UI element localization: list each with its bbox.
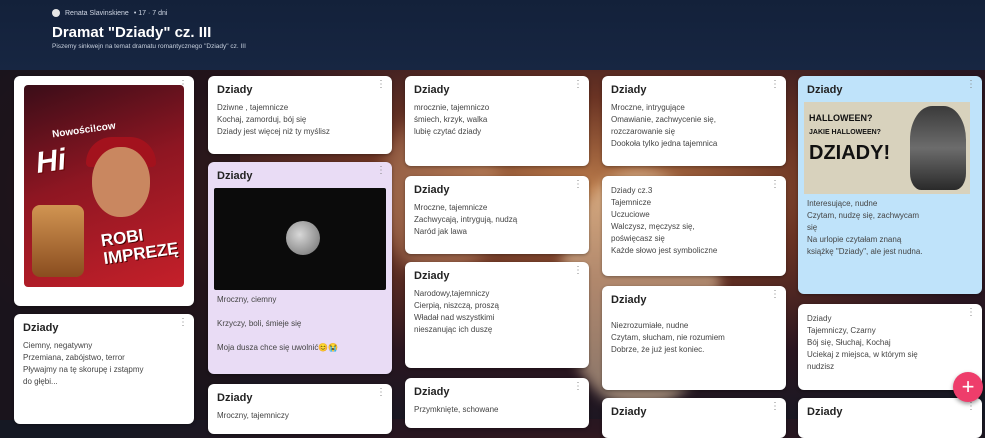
card-menu-icon[interactable]: ⋮ — [573, 266, 583, 276]
post-card[interactable]: ⋮ Dziady Przymknięte, schowane — [405, 378, 589, 428]
post-card[interactable]: ⋮ Dziady Mroczny, ciemny Krzyczy, boli, … — [208, 162, 392, 374]
card-menu-icon[interactable]: ⋮ — [966, 80, 976, 90]
advert-image: Nowości!cow Hi ROBI IMPREZĘ — [24, 85, 184, 287]
card-body: Narodowy,tajemniczy Cierpią, niszczą, pr… — [414, 289, 499, 334]
moon-icon — [286, 221, 320, 255]
card-body: Mroczny, tajemniczy — [217, 411, 289, 420]
image-card-advert[interactable]: ⋮ Nowości!cow Hi ROBI IMPREZĘ — [14, 76, 194, 306]
post-card[interactable]: ⋮ Dziady mrocznie, tajemniczo śmiech, kr… — [405, 76, 589, 166]
card-menu-icon[interactable]: ⋮ — [573, 80, 583, 90]
card-menu-icon[interactable]: ⋮ — [178, 318, 188, 328]
card-menu-icon[interactable]: ⋮ — [376, 80, 386, 90]
card-menu-icon[interactable]: ⋮ — [573, 180, 583, 190]
card-title: Dziady — [414, 184, 450, 196]
card-body: Mroczne, intrygujące Omawianie, zachwyce… — [611, 103, 718, 148]
card-body: Przymknięte, schowane — [414, 405, 499, 414]
card-title: Dziady — [217, 84, 253, 96]
board-subtitle: Piszemy sinkwejn na temat dramatu romant… — [52, 43, 246, 50]
card-title: Dziady — [414, 386, 450, 398]
moon-image — [214, 188, 386, 290]
card-menu-icon[interactable]: ⋮ — [770, 80, 780, 90]
post-card[interactable]: ⋮ Dziady — [798, 398, 982, 438]
card-title: Dziady — [611, 406, 647, 418]
meme-line1: HALLOWEEN? — [809, 113, 873, 123]
board-header: Renata Slavinskiene • 17 · 7 dni Dramat … — [0, 0, 985, 70]
portrait-image — [910, 106, 966, 190]
card-body: Interesujące, nudne Czytam, nudzę się, z… — [807, 199, 923, 256]
card-body: Niezrozumiałe, nudne Czytam, słucham, ni… — [611, 321, 725, 354]
card-menu-icon[interactable]: ⋮ — [770, 402, 780, 412]
card-menu-icon[interactable]: ⋮ — [770, 290, 780, 300]
card-title: Dziady — [217, 392, 253, 404]
card-title: Dziady — [611, 84, 647, 96]
card-title: Dziady — [807, 84, 843, 96]
meme-line3: DZIADY! — [809, 142, 891, 164]
author-name[interactable]: Renata Slavinskiene — [65, 10, 129, 17]
card-menu-icon[interactable]: ⋮ — [376, 388, 386, 398]
post-card[interactable]: ⋮ Dziady Mroczne, intrygujące Omawianie,… — [602, 76, 786, 166]
post-card[interactable]: ⋮ Dziady Mroczny, tajemniczy — [208, 384, 392, 434]
advert-product: Hi — [33, 143, 69, 180]
add-post-button[interactable]: + — [953, 372, 983, 402]
card-body: Dziwne , tajemnicze Kochaj, zamorduj, bó… — [217, 103, 330, 136]
post-card[interactable]: ⋮ Dziady cz.3 Tajemnicze Uczuciowe Walcz… — [602, 176, 786, 276]
post-card[interactable]: ⋮ Dziady Narodowy,tajemniczy Cierpią, ni… — [405, 262, 589, 368]
card-title: Dziady — [23, 322, 59, 334]
card-menu-icon[interactable]: ⋮ — [770, 180, 780, 190]
card-menu-icon[interactable]: ⋮ — [966, 402, 976, 412]
post-card[interactable]: ⋮ Dziady Dziwne , tajemnicze Kochaj, zam… — [208, 76, 392, 154]
biscuit-pack-shape — [32, 205, 84, 277]
post-card[interactable]: ⋮ Dziady Niezrozumiałe, nudne Czytam, sł… — [602, 286, 786, 390]
card-title: Dziady — [217, 170, 253, 182]
post-card[interactable]: ⋮ Dziady Ciemny, negatywny Przemiana, za… — [14, 314, 194, 424]
board-title: Dramat "Dziady" cz. III — [52, 24, 212, 41]
post-card[interactable]: ⋮ Dziady Tajemniczy, Czarny Bój się, Słu… — [798, 304, 982, 390]
post-card[interactable]: ⋮ Dziady Mroczne, tajemnicze Zachwycają,… — [405, 176, 589, 254]
card-body: mrocznie, tajemniczo śmiech, krzyk, walk… — [414, 103, 490, 136]
card-body: Dziady cz.3 Tajemnicze Uczuciowe Walczys… — [611, 186, 718, 255]
card-body: Mroczny, ciemny Krzyczy, boli, śmieje si… — [217, 295, 339, 352]
meme-line2: JAKIE HALLOWEEN? — [809, 129, 881, 136]
card-title: Dziady — [414, 270, 450, 282]
card-body: Dziady Tajemniczy, Czarny Bój się, Słuch… — [807, 314, 918, 371]
card-title: Dziady — [611, 294, 647, 306]
avatar[interactable] — [52, 9, 60, 17]
advert-slogan: ROBI IMPREZĘ — [100, 222, 180, 269]
post-card[interactable]: ⋮ Dziady HALLOWEEN? JAKIE HALLOWEEN? DZI… — [798, 76, 982, 294]
card-menu-icon[interactable]: ⋮ — [376, 166, 386, 176]
face-shape — [92, 147, 150, 217]
card-body: Ciemny, negatywny Przemiana, zabójstwo, … — [23, 341, 144, 386]
card-title: Dziady — [807, 406, 843, 418]
post-meta: • 17 · 7 dni — [133, 9, 168, 17]
card-title: Dziady — [414, 84, 450, 96]
halloween-meme-image: HALLOWEEN? JAKIE HALLOWEEN? DZIADY! — [804, 102, 970, 194]
card-menu-icon[interactable]: ⋮ — [573, 382, 583, 392]
card-body: Mroczne, tajemnicze Zachwycają, intryguj… — [414, 203, 518, 236]
post-card[interactable]: ⋮ Dziady — [602, 398, 786, 438]
author-row: Renata Slavinskiene • 17 · 7 dni — [52, 9, 167, 17]
card-menu-icon[interactable]: ⋮ — [966, 308, 976, 318]
